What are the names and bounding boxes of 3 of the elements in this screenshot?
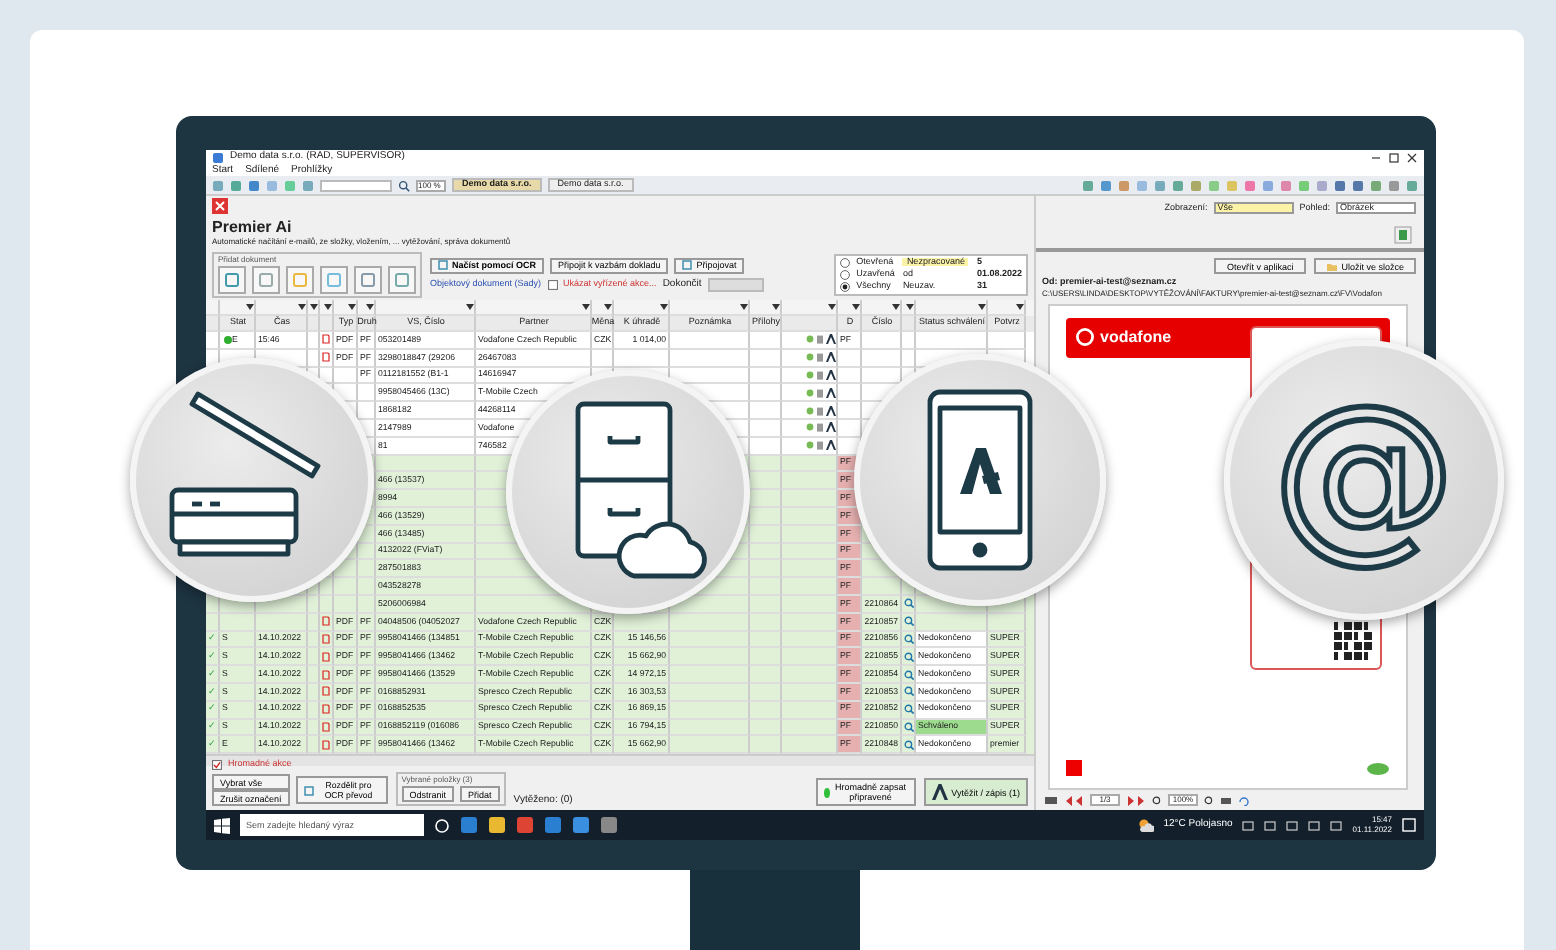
at-sign-icon: @ [1272, 382, 1456, 566]
brand-name: vodafone [1100, 329, 1172, 345]
app-title: Premier Ai [210, 216, 294, 236]
